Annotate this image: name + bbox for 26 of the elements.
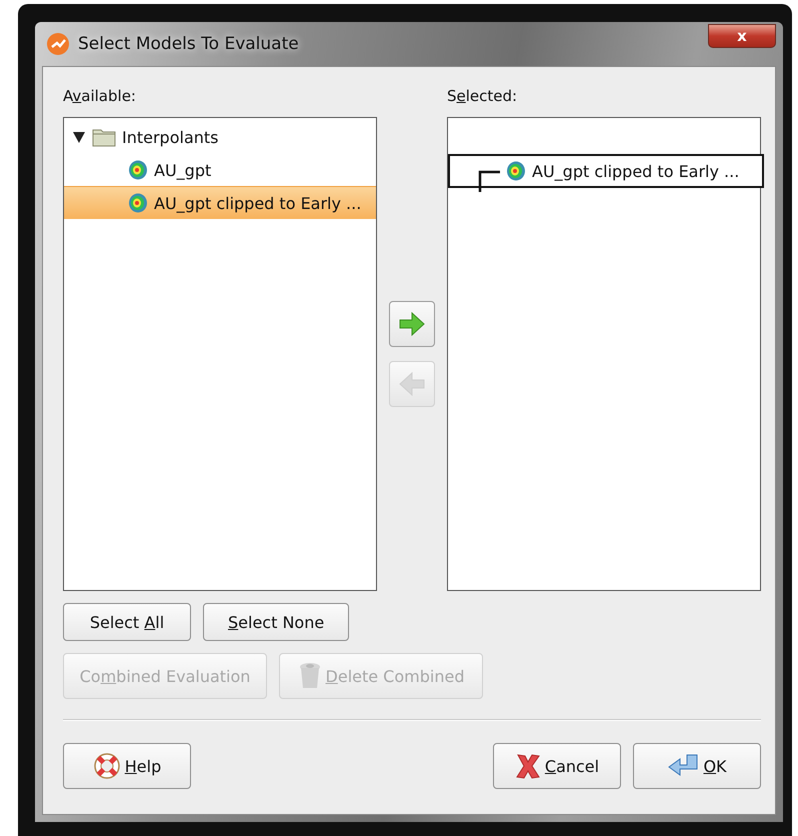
folder-icon [92,127,116,147]
tree-item[interactable]: AU_gpt [64,153,376,186]
right-arrow-icon [399,312,425,336]
close-button[interactable]: x [708,24,776,48]
left-arrow-icon [399,372,425,396]
app-logo-icon [46,32,70,56]
selected-label: Selected: [447,87,518,107]
bin-icon [298,662,322,690]
tree-item[interactable]: Interpolants [64,120,376,153]
target-icon [128,193,148,213]
dialog-button[interactable]: OK [633,743,761,789]
dialog-button[interactable]: Select All [63,603,191,641]
target-icon [506,161,526,181]
available-label: Available: [63,87,137,107]
dialog-button[interactable]: Cancel [493,743,621,789]
expander-icon[interactable] [72,130,86,144]
drag-cursor-icon [476,170,502,194]
lifebuoy-icon [92,752,121,780]
dialog-button[interactable]: Help [63,743,191,789]
cross-icon [514,752,541,780]
move-button[interactable] [389,301,435,347]
window-title: Select Models To Evaluate [78,34,300,54]
target-icon [128,160,148,180]
dialog-button[interactable]: Select None [203,603,350,641]
return-arrow-icon [667,753,700,779]
tree-item[interactable]: AU_gpt clipped to Early ... [64,186,376,219]
